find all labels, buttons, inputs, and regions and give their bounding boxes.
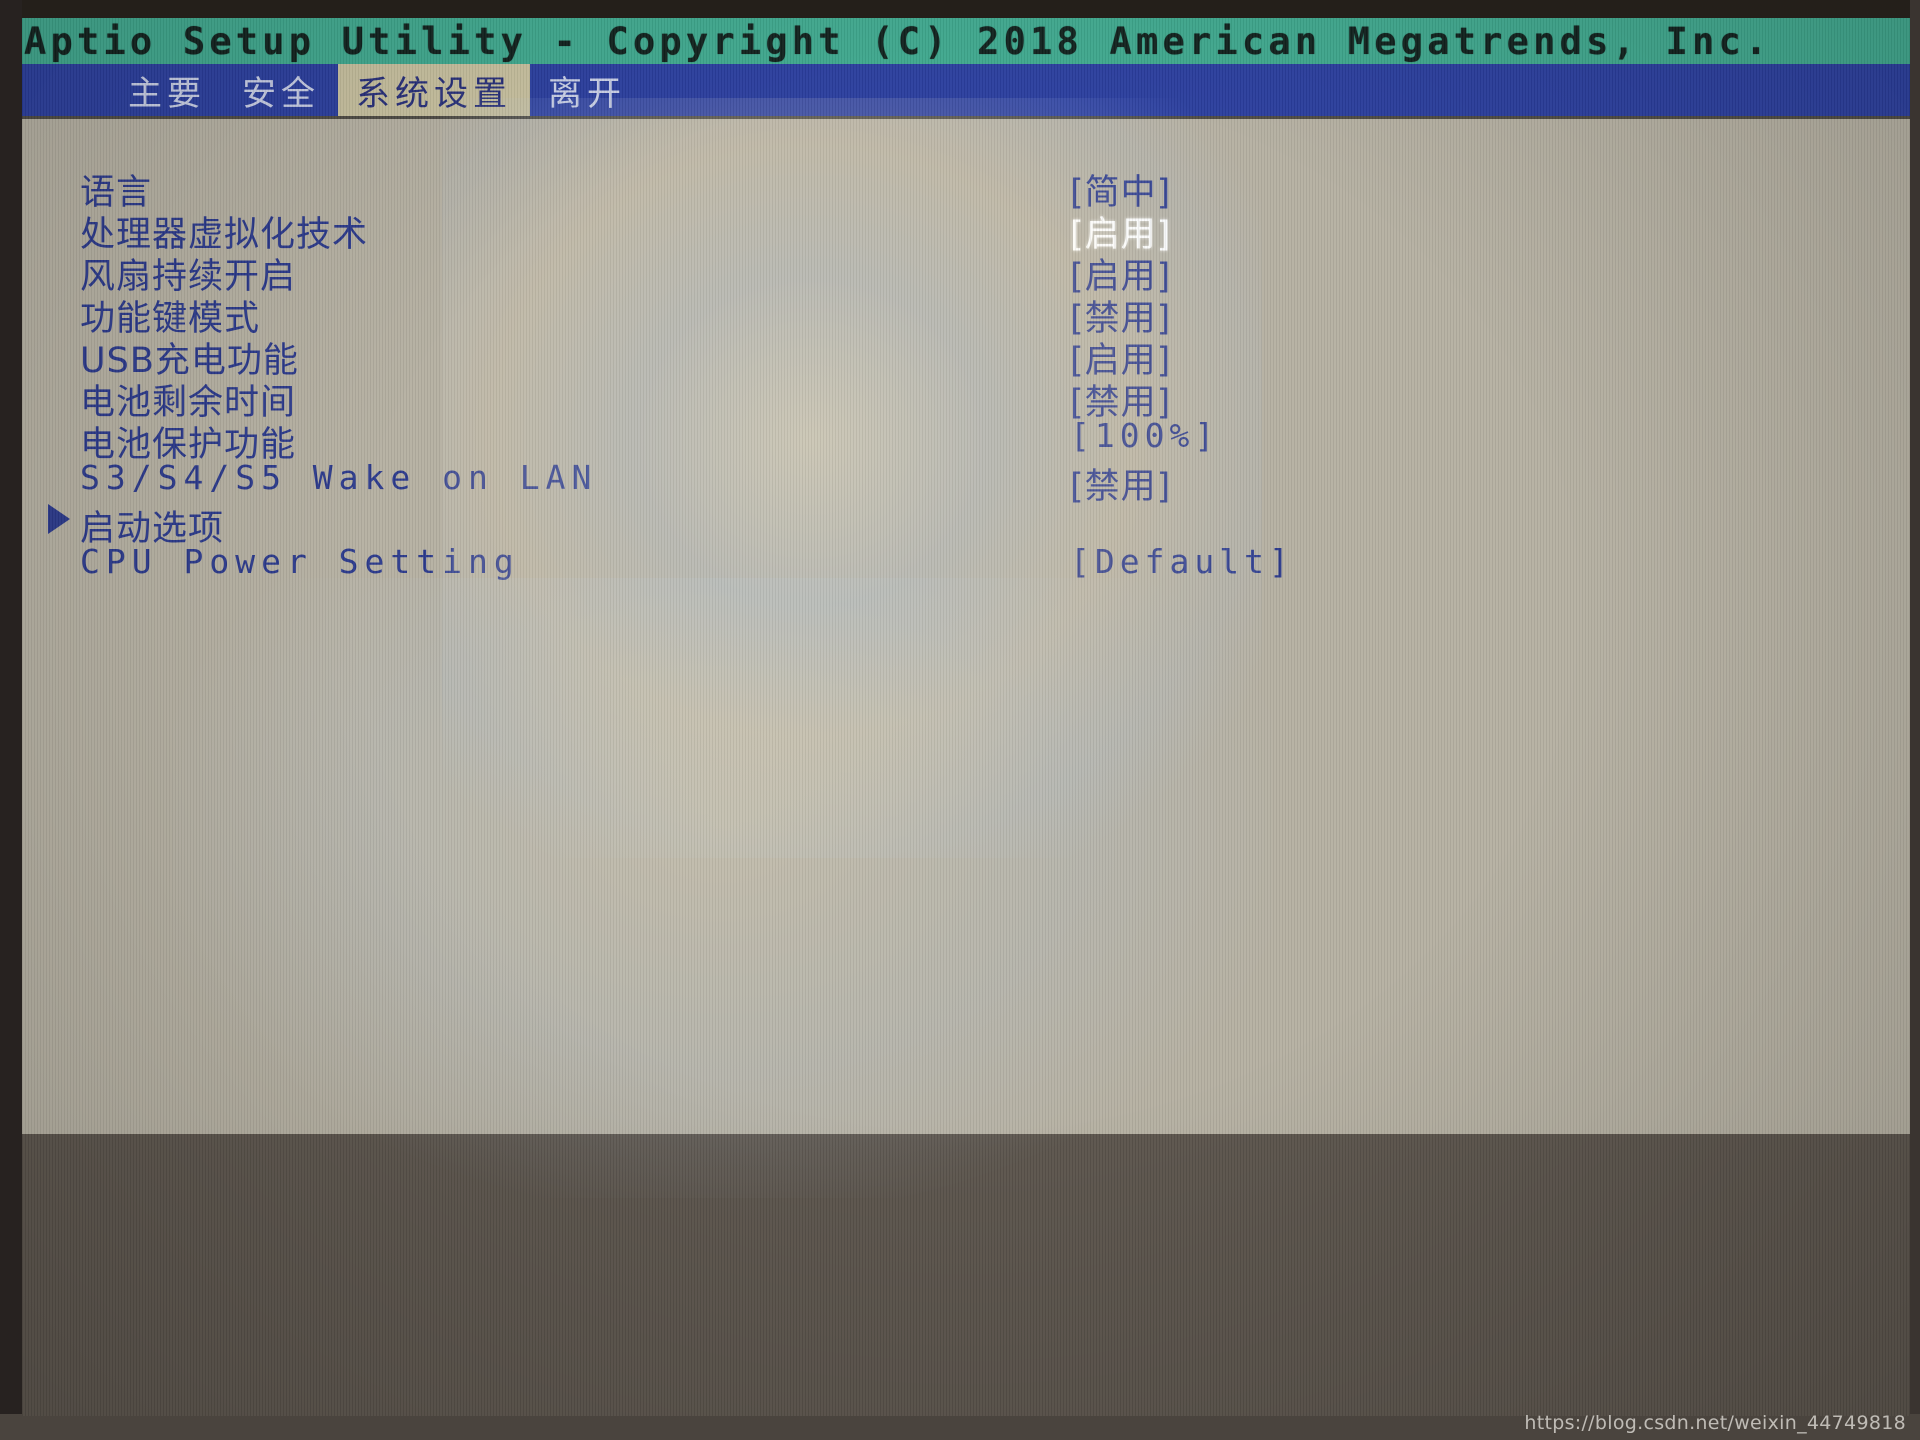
setting-value[interactable]: [Default] <box>1070 542 1294 581</box>
bios-setup-utility: Aptio Setup Utility - Copyright (C) 2018… <box>22 18 1910 1416</box>
setting-row[interactable]: 启动选项 <box>22 500 1910 549</box>
content-top-divider <box>22 116 1910 119</box>
setting-row[interactable]: USB充电功能 [启用] <box>22 332 1910 381</box>
monitor-bezel-right <box>1910 0 1920 1440</box>
setting-row[interactable]: 处理器虚拟化技术 [启用] <box>22 206 1910 255</box>
tab-2[interactable]: 安全 <box>224 64 338 116</box>
setting-row[interactable]: 语言 [简中] <box>22 164 1910 213</box>
blog-watermark: https://blog.csdn.net/weixin_44749818 <box>1524 1412 1906 1434</box>
setting-row[interactable]: 风扇持续开启 [启用] <box>22 248 1910 297</box>
setting-label: CPU Power Setting <box>80 542 520 581</box>
setting-row[interactable]: 电池剩余时间 [禁用] <box>22 374 1910 423</box>
submenu-arrow-icon <box>48 504 70 534</box>
setting-row[interactable]: 功能键模式 [禁用] <box>22 290 1910 339</box>
monitor-bezel-top <box>0 0 1920 18</box>
menu-tab-bar[interactable]: 主要 安全 系统设置 离开 <box>22 64 1910 116</box>
tab-3[interactable]: 系统设置 <box>338 64 530 116</box>
setting-row[interactable]: 电池保护功能 [100%] <box>22 416 1910 465</box>
setting-label: S3/S4/S5 Wake on LAN <box>80 458 598 497</box>
setting-row[interactable]: CPU Power Setting [Default] <box>22 542 1910 584</box>
tab-4[interactable]: 离开 <box>530 64 644 116</box>
setting-value[interactable]: [100%] <box>1070 416 1219 455</box>
bios-screen-photo: Aptio Setup Utility - Copyright (C) 2018… <box>0 0 1920 1440</box>
tab-1[interactable]: 主要 <box>110 64 224 116</box>
settings-list: 语言 [简中] 处理器虚拟化技术 [启用] 风扇持续开启 [启用] 功能键模式 [禁用] USB… <box>22 116 1910 1134</box>
screen-lower-dark-region <box>22 1134 1910 1416</box>
title-bar-text: Aptio Setup Utility - Copyright (C) 2018… <box>24 19 1772 63</box>
title-bar: Aptio Setup Utility - Copyright (C) 2018… <box>22 18 1910 64</box>
monitor-bezel-left <box>0 0 22 1440</box>
setting-row[interactable]: S3/S4/S5 Wake on LAN [禁用] <box>22 458 1910 507</box>
